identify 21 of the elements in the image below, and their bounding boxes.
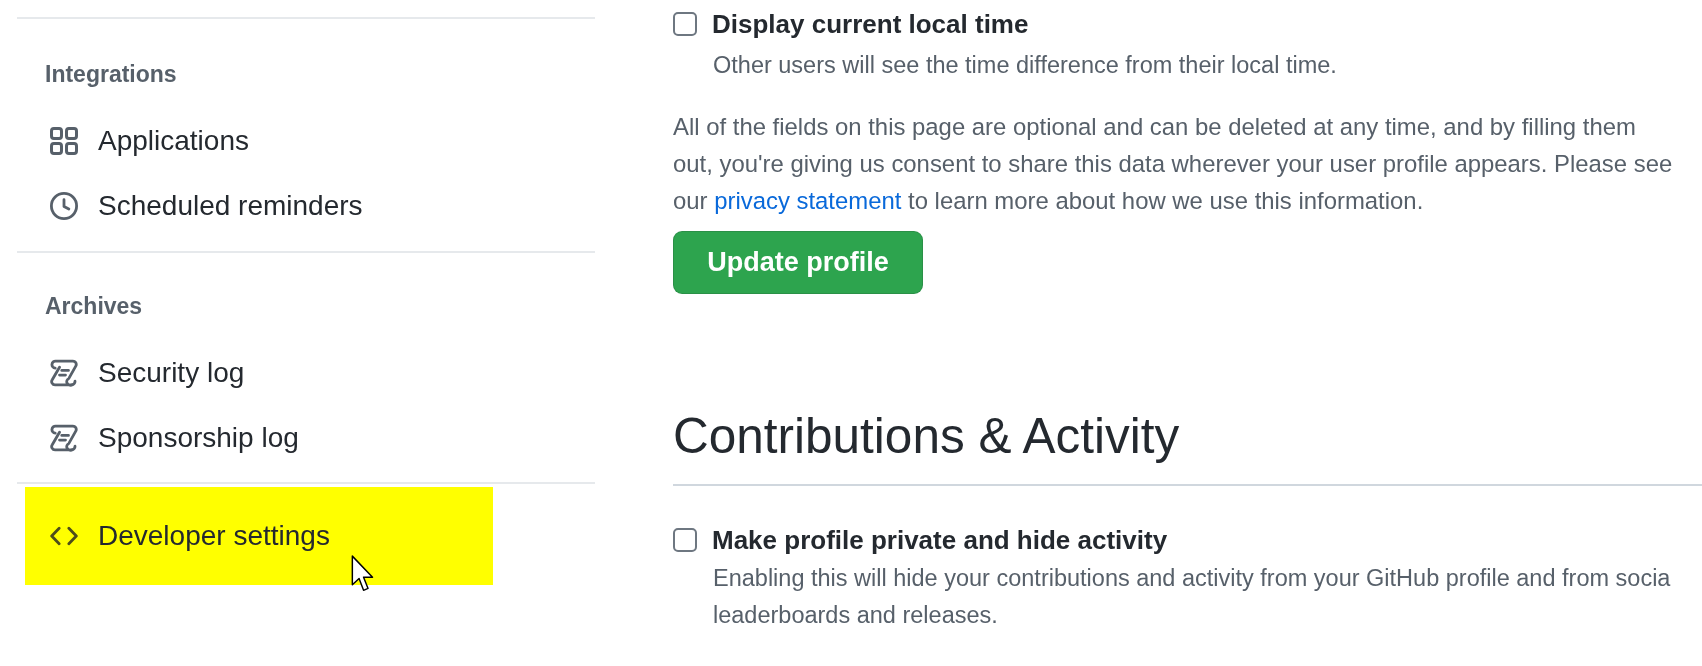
option-label: Display current local time (712, 8, 1029, 40)
checkbox[interactable] (673, 12, 697, 36)
section-title: Contributions & Activity (673, 405, 1702, 486)
section-heading: Integrations (45, 60, 178, 89)
clock-icon (50, 191, 78, 220)
sidebar-item[interactable]: Scheduled reminders (25, 173, 493, 238)
sidebar-item[interactable]: Sponsorship log (25, 405, 493, 470)
scroll-icon (50, 358, 78, 387)
section-heading: Archives (45, 292, 144, 321)
option-description: Other users will see the time difference from their local time. (712, 51, 1338, 80)
sidebar-item[interactable]: Applications (25, 108, 493, 173)
option-label: Make profile private and hide activity (712, 524, 1168, 556)
checkbox[interactable] (673, 528, 697, 552)
cursor-icon (351, 555, 375, 592)
grid-icon (50, 126, 78, 155)
option-description: Enabling this will hide your contributions and activity from your GitHub profile and from socia leaderboards and releases. (712, 564, 1672, 630)
privacy-statement-link[interactable]: privacy statement (714, 187, 902, 214)
scroll-icon (50, 423, 78, 452)
notice-text: All of the fields on this page are optional and can be deleted at any time, and by filling them out, you're giving us consent to share this data wherever your user profile appears. Please see our privacy statement to learn more about how we use this information. (673, 112, 1673, 216)
sidebar-item[interactable]: Developer settings (25, 487, 493, 585)
sidebar-item[interactable]: Security log (25, 340, 493, 405)
